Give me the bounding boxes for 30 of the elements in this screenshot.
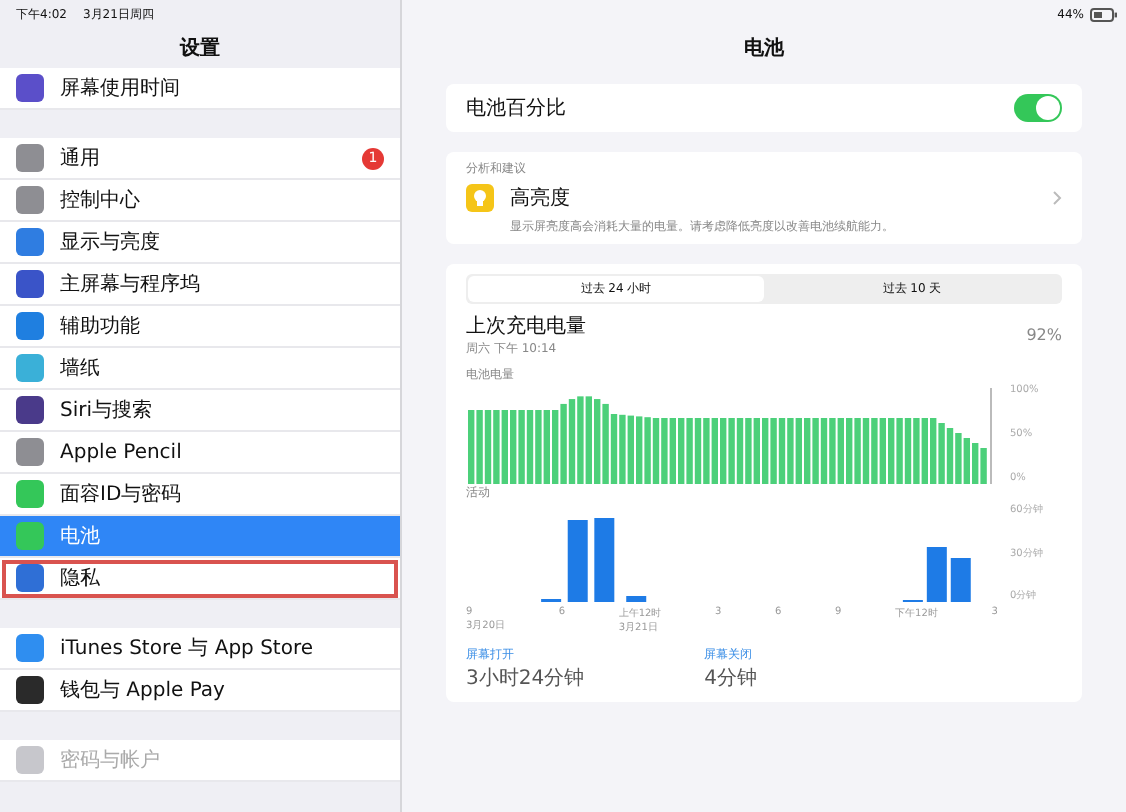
settings-item[interactable]: iTunes Store 与 App Store xyxy=(0,628,400,670)
suggestion-title[interactable]: 高亮度 xyxy=(510,184,570,212)
settings-item[interactable]: 隐私 xyxy=(0,558,400,600)
chevron-icon xyxy=(1052,190,1062,206)
activity-bar xyxy=(594,518,615,602)
last-charge-label: 上次充电电量 xyxy=(466,313,586,340)
last-charge-value: 92% xyxy=(1026,326,1062,344)
activity-bar xyxy=(926,547,947,602)
settings-item[interactable]: Apple Pencil xyxy=(0,432,400,474)
settings-item[interactable]: 显示与亮度 xyxy=(0,222,400,264)
settings-item[interactable]: 钱包与 Apple Pay xyxy=(0,670,400,712)
activity-bar xyxy=(567,520,588,602)
battery-icon xyxy=(1090,7,1118,21)
stat-value: 3小时24分钟 xyxy=(466,665,585,692)
page-title: 电池 xyxy=(744,35,784,62)
settings-item[interactable]: Siri与搜索 xyxy=(0,390,400,432)
settings-item[interactable]: 主屏幕与程序坞 xyxy=(0,264,400,306)
setting-row: 电池百分比 xyxy=(446,84,1082,132)
lightbulb-icon xyxy=(466,184,494,212)
activity-bar xyxy=(950,558,971,602)
settings-item[interactable]: 辅助功能 xyxy=(0,306,400,348)
current-time-line xyxy=(990,388,992,484)
settings-item[interactable]: 控制中心 xyxy=(0,180,400,222)
stat-value: 4分钟 xyxy=(704,665,757,692)
toggle-switch[interactable] xyxy=(1014,94,1062,122)
settings-item[interactable]: 墙纸 xyxy=(0,348,400,390)
sidebar-title: 设置 xyxy=(180,35,220,62)
settings-item[interactable]: 电池 xyxy=(0,516,400,558)
activity-bar xyxy=(626,596,647,602)
settings-item[interactable]: 屏幕使用时间 xyxy=(0,68,400,110)
